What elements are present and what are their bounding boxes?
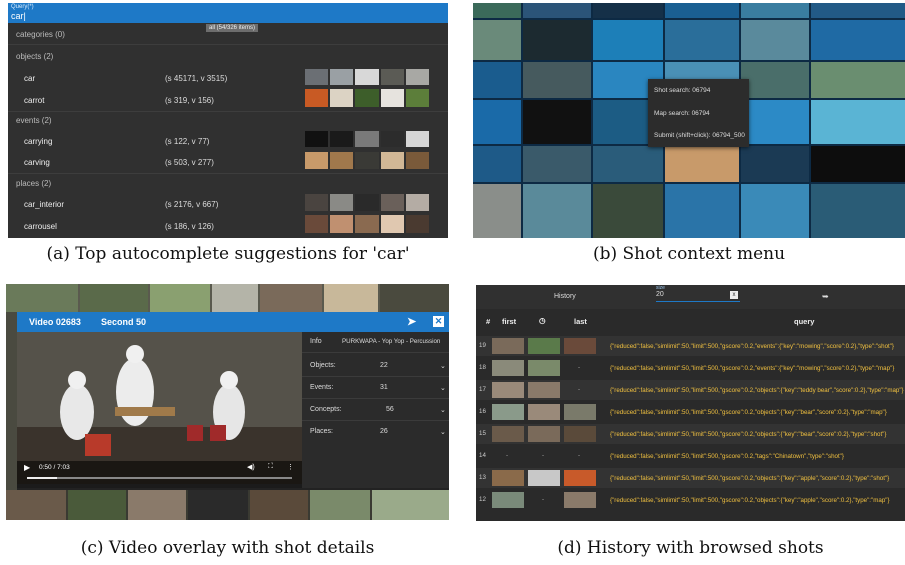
size-input[interactable]: 20 bbox=[656, 291, 664, 298]
history-row[interactable]: 13 {"reduced":false,"simlimit":50,"limit… bbox=[476, 468, 905, 488]
query-bar[interactable]: Query(*) car| bbox=[8, 3, 448, 23]
autocomplete-panel: Query(*) car| all (54/326 items) categor… bbox=[8, 3, 448, 238]
places-row[interactable]: Places: 26 ⌄ bbox=[310, 428, 449, 436]
shot-details-sidebar: Info PURKWAPA - Yop Yop - Percussion Obj… bbox=[302, 332, 449, 488]
suggestion-thumbnails bbox=[305, 89, 431, 107]
history-row[interactable]: 15 {"reduced":false,"simlimit":50,"limit… bbox=[476, 424, 905, 444]
more-icon[interactable]: ⋮ bbox=[287, 463, 294, 471]
menu-shot-search[interactable]: Shot search: 06794 bbox=[654, 87, 710, 94]
suggestion-thumbnails bbox=[305, 152, 431, 169]
history-row[interactable]: 14 --- {"reduced":false,"simlimit":50,"l… bbox=[476, 446, 905, 466]
menu-map-search[interactable]: Map search: 06794 bbox=[654, 110, 710, 117]
video-player[interactable]: ▶ 0:50 / 7:03 ◀) ⛶ ⋮ bbox=[17, 332, 302, 484]
history-columns: # first ◷ last query bbox=[486, 316, 815, 326]
history-row[interactable]: 18 - {"reduced":false,"simlimit":50,"lim… bbox=[476, 358, 905, 378]
events-header: events (2) bbox=[16, 116, 52, 125]
concepts-row[interactable]: Concepts: 56 ⌄ bbox=[310, 406, 449, 414]
events-row[interactable]: Events: 31 ⌄ bbox=[310, 384, 449, 392]
chevron-down-icon[interactable]: ⌄ bbox=[440, 428, 446, 436]
menu-submit[interactable]: Submit (shift+click): 06794_500 bbox=[654, 132, 745, 139]
history-panel: History size 20 x ➥ # first ◷ last query… bbox=[476, 285, 905, 521]
caption-d: (d) History with browsed shots bbox=[557, 538, 824, 558]
play-icon[interactable]: ▶ bbox=[24, 463, 30, 472]
close-icon[interactable]: ✕ bbox=[433, 316, 444, 327]
info-row: Info PURKWAPA - Yop Yop - Percussion bbox=[310, 338, 441, 345]
suggestion-thumbnails bbox=[305, 194, 431, 211]
chevron-down-icon[interactable]: ⌄ bbox=[440, 406, 446, 414]
video-time: 0:50 / 7:03 bbox=[39, 464, 70, 471]
history-row[interactable]: 17 - {"reduced":false,"simlimit":50,"lim… bbox=[476, 380, 905, 400]
caption-c: (c) Video overlay with shot details bbox=[80, 538, 375, 558]
shot-grid: Shot search: 06794 Map search: 06794 Sub… bbox=[473, 3, 905, 238]
suggestion-thumbnails bbox=[305, 131, 431, 147]
query-input[interactable]: car| bbox=[11, 11, 26, 21]
export-icon[interactable]: ➥ bbox=[822, 292, 829, 301]
chevron-down-icon[interactable]: ⌄ bbox=[440, 362, 446, 370]
caption-b: (b) Shot context menu bbox=[592, 244, 786, 264]
objects-row[interactable]: Objects: 22 ⌄ bbox=[310, 362, 449, 370]
history-title: History bbox=[554, 293, 576, 300]
chevron-down-icon[interactable]: ⌄ bbox=[440, 384, 446, 392]
query-label: Query(*) bbox=[11, 4, 34, 10]
history-row[interactable]: 12 - {"reduced":false,"simlimit":50,"lim… bbox=[476, 490, 905, 510]
history-row[interactable]: 19 {"reduced":false,"simlimit":50,"limit… bbox=[476, 336, 905, 356]
caption-a: (a) Top autocomplete suggestions for 'ca… bbox=[46, 244, 410, 264]
categories-header: categories (0) bbox=[16, 30, 65, 39]
video-title-bar: Video 02683 Second 50 ➤ ✕ bbox=[17, 312, 449, 332]
suggestion-thumbnails bbox=[305, 69, 431, 85]
shot-context-menu: Shot search: 06794 Map search: 06794 Sub… bbox=[648, 79, 749, 147]
history-row[interactable]: 16 {"reduced":false,"simlimit":50,"limit… bbox=[476, 402, 905, 422]
volume-icon[interactable]: ◀) bbox=[247, 463, 255, 471]
fullscreen-icon[interactable]: ⛶ bbox=[268, 463, 273, 471]
objects-header: objects (2) bbox=[16, 52, 54, 61]
clear-size-icon[interactable]: x bbox=[730, 291, 738, 299]
video-id: Video 02683 bbox=[29, 317, 81, 327]
video-second: Second 50 bbox=[101, 317, 147, 327]
places-header: places (2) bbox=[16, 179, 52, 188]
clock-icon: ◷ bbox=[539, 316, 546, 325]
info-value: PURKWAPA - Yop Yop - Percussion bbox=[342, 338, 441, 345]
suggestion-thumbnails bbox=[305, 215, 431, 233]
video-overlay-panel: Video 02683 Second 50 ➤ ✕ ▶ 0:50 / 7:03 … bbox=[6, 284, 449, 520]
history-header: History size 20 x ➥ bbox=[476, 285, 905, 309]
send-icon[interactable]: ➤ bbox=[407, 315, 416, 328]
